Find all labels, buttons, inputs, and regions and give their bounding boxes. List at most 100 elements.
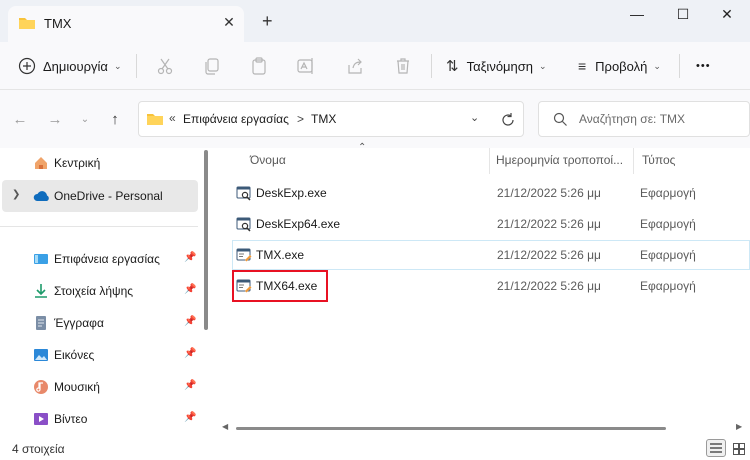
column-header-date[interactable]: Ημερομηνία τροποποί... — [496, 153, 623, 167]
horizontal-scrollbar-thumb[interactable] — [236, 427, 666, 430]
file-name: DeskExp.exe — [256, 186, 327, 200]
address-dropdown-icon[interactable]: ⌄ — [470, 111, 479, 124]
view-button-label: Προβολή — [595, 58, 648, 74]
sidebar-item-onedrive[interactable]: ❯ OneDrive - Personal — [2, 180, 198, 212]
up-arrow-icon[interactable]: ↑ — [104, 110, 126, 130]
sort-ascending-icon: ⌃ — [358, 142, 367, 153]
search-box[interactable]: Αναζήτηση σε: TMX — [538, 101, 750, 137]
address-bar[interactable]: « Επιφάνεια εργασίας > TMX ⌄ — [138, 101, 524, 137]
breadcrumb-desktop[interactable]: Επιφάνεια εργασίας — [183, 112, 289, 126]
tab-close-icon[interactable]: ✕ — [220, 13, 238, 31]
column-header-type[interactable]: Τύπος — [642, 153, 675, 167]
file-type: Εφαρμογή — [640, 279, 696, 293]
paste-icon[interactable] — [249, 56, 269, 76]
sidebar-item-desktop[interactable]: Επιφάνεια εργασίας 📌 — [0, 244, 198, 274]
delete-icon[interactable] — [393, 56, 413, 76]
sidebar-scrollbar[interactable] — [204, 150, 208, 330]
app-search-icon — [236, 217, 251, 232]
maximize-button[interactable]: ☐ — [660, 0, 706, 30]
toolbar-divider — [136, 54, 137, 78]
sort-button[interactable]: ⇅ Ταξινόμηση ⌄ — [446, 54, 547, 78]
pin-icon[interactable]: 📌 — [184, 412, 196, 423]
close-button[interactable]: ✕ — [704, 0, 750, 30]
file-name: TMX.exe — [256, 248, 305, 262]
cut-icon[interactable] — [155, 56, 175, 76]
sidebar-item-pictures[interactable]: Εικόνες 📌 — [0, 340, 198, 370]
app-edit-icon — [236, 248, 252, 262]
downloads-icon — [35, 284, 47, 298]
back-arrow-icon[interactable]: ← — [9, 110, 31, 130]
documents-icon — [36, 316, 46, 330]
videos-icon — [34, 413, 48, 425]
column-divider[interactable] — [633, 148, 634, 174]
minimize-button[interactable]: — — [614, 0, 660, 30]
breadcrumb-tmx[interactable]: TMX — [311, 112, 336, 126]
table-row[interactable]: TMX.exe 21/12/2022 5:26 μμ Εφαρμογή — [232, 240, 750, 270]
scroll-left-icon[interactable]: ◀ — [222, 422, 228, 431]
search-input[interactable]: Αναζήτηση σε: TMX — [579, 112, 685, 126]
chevron-down-icon: ⌄ — [653, 60, 661, 71]
music-icon — [34, 380, 48, 394]
file-type: Εφαρμογή — [640, 217, 696, 231]
share-icon[interactable] — [345, 56, 365, 76]
sort-button-label: Ταξινόμηση — [466, 58, 534, 74]
search-icon — [553, 112, 567, 126]
file-date: 21/12/2022 5:26 μμ — [497, 279, 601, 293]
app-search-icon — [236, 186, 251, 201]
scroll-right-icon[interactable]: ▶ — [736, 422, 742, 431]
sidebar-item-label: Βίντεο — [54, 412, 88, 426]
navigation-pane: Κεντρική ❯ OneDrive - Personal Επιφάνεια… — [0, 148, 212, 436]
command-bar: Δημιουργία ⌄ ⇅ Ταξινόμηση ⌄ ≡ Προβολή ⌄ … — [0, 42, 750, 90]
file-type: Εφαρμογή — [640, 186, 696, 200]
sort-arrows-icon: ⇅ — [446, 58, 459, 75]
recent-chevron-icon[interactable]: ⌄ — [74, 110, 96, 130]
sidebar-item-label: Κεντρική — [54, 156, 101, 170]
file-name: TMX64.exe — [256, 279, 318, 293]
sidebar-item-documents[interactable]: Έγγραφα 📌 — [0, 308, 198, 338]
status-bar: 4 στοιχεία — [0, 436, 750, 460]
pin-icon[interactable]: 📌 — [184, 380, 196, 391]
sidebar-item-home[interactable]: Κεντρική — [0, 148, 198, 178]
chevron-down-icon: ⌄ — [539, 60, 547, 71]
sidebar-item-label: Μουσική — [54, 380, 100, 394]
column-divider[interactable] — [489, 148, 490, 174]
column-header-name[interactable]: Όνομα — [250, 153, 286, 167]
item-count: 4 στοιχεία — [12, 442, 65, 456]
new-button-label: Δημιουργία — [43, 58, 108, 74]
breadcrumb-separator[interactable]: > — [297, 112, 304, 126]
sidebar-divider — [0, 226, 198, 227]
tab-tmx[interactable]: TMX ✕ — [8, 6, 244, 42]
app-edit-icon — [236, 279, 252, 293]
pin-icon[interactable]: 📌 — [184, 348, 196, 359]
overflow-crumb[interactable]: « — [169, 111, 176, 125]
sidebar-item-label: OneDrive - Personal — [54, 189, 163, 203]
file-date: 21/12/2022 5:26 μμ — [497, 217, 601, 231]
expand-chevron-icon[interactable]: ❯ — [12, 189, 20, 200]
pin-icon[interactable]: 📌 — [184, 284, 196, 295]
navigation-row: ← → ⌄ ↑ « Επιφάνεια εργασίας > TMX ⌄ Ανα… — [0, 90, 750, 148]
details-view-button[interactable] — [706, 439, 726, 457]
home-icon — [35, 157, 47, 169]
tiles-view-icon[interactable] — [733, 443, 745, 455]
new-tab-button[interactable]: + — [262, 12, 273, 30]
sidebar-item-downloads[interactable]: Στοιχεία λήψης 📌 — [0, 276, 198, 306]
more-options-button[interactable]: ••• — [696, 54, 711, 78]
table-row[interactable]: TMX64.exe 21/12/2022 5:26 μμ Εφαρμογή — [232, 270, 750, 302]
toolbar-divider — [431, 54, 432, 78]
new-button[interactable]: Δημιουργία ⌄ — [18, 54, 121, 78]
copy-icon[interactable] — [202, 56, 222, 76]
sidebar-item-videos[interactable]: Βίντεο 📌 — [0, 404, 198, 434]
sidebar-item-music[interactable]: Μουσική 📌 — [0, 372, 198, 402]
tab-title: TMX — [44, 16, 72, 31]
pin-icon[interactable]: 📌 — [184, 252, 196, 263]
view-button[interactable]: ≡ Προβολή ⌄ — [578, 54, 661, 78]
table-row[interactable]: DeskExp64.exe 21/12/2022 5:26 μμ Εφαρμογ… — [232, 209, 750, 239]
sidebar-item-label: Εικόνες — [54, 348, 95, 362]
forward-arrow-icon[interactable]: → — [44, 110, 66, 130]
rename-icon[interactable] — [296, 56, 316, 76]
pin-icon[interactable]: 📌 — [184, 316, 196, 327]
folder-icon — [147, 114, 163, 125]
refresh-icon[interactable] — [500, 112, 516, 128]
sidebar-item-label: Στοιχεία λήψης — [54, 284, 134, 298]
table-row[interactable]: DeskExp.exe 21/12/2022 5:26 μμ Εφαρμογή — [232, 178, 750, 208]
